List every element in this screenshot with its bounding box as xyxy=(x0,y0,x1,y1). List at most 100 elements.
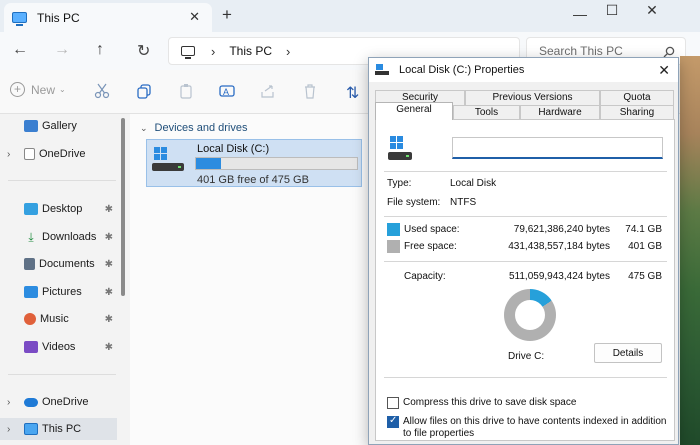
breadcrumb-this-pc[interactable]: This PC xyxy=(229,44,272,58)
new-tab-button[interactable]: + xyxy=(222,5,232,25)
new-button[interactable]: + New ⌄ xyxy=(10,82,66,97)
drive-tile-c[interactable]: Local Disk (C:) 401 GB free of 475 GB xyxy=(146,139,362,187)
details-button[interactable]: Details xyxy=(594,343,662,363)
tab-hardware[interactable]: Hardware xyxy=(520,105,600,120)
search-input[interactable] xyxy=(539,44,659,58)
rename-icon[interactable]: A xyxy=(219,83,235,99)
divider xyxy=(384,171,667,172)
cut-icon[interactable] xyxy=(94,83,110,99)
sidebar-item-desktop[interactable]: Desktop ✱ xyxy=(0,198,117,220)
videos-icon xyxy=(24,341,38,353)
sidebar-item-label: This PC xyxy=(42,423,82,435)
onedrive-file-icon xyxy=(24,148,35,160)
sidebar-item-this-pc[interactable]: › This PC xyxy=(0,418,117,440)
pin-icon: ✱ xyxy=(104,258,113,270)
pin-icon: ✱ xyxy=(104,231,113,243)
music-icon xyxy=(24,313,36,325)
share-icon[interactable] xyxy=(260,83,276,99)
svg-text:A: A xyxy=(223,87,229,97)
tab-general[interactable]: General xyxy=(375,102,453,120)
compress-option[interactable]: Compress this drive to save disk space xyxy=(387,397,667,409)
paste-icon[interactable] xyxy=(178,83,194,99)
plus-icon: + xyxy=(10,82,25,97)
divider xyxy=(384,216,667,217)
tab-title: This PC xyxy=(37,10,80,25)
pin-icon: ✱ xyxy=(104,313,113,325)
sidebar-item-music[interactable]: Music ✱ xyxy=(0,308,117,330)
tab-sharing[interactable]: Sharing xyxy=(600,105,674,120)
new-button-label: New xyxy=(31,82,56,97)
maximize-button[interactable]: ☐ xyxy=(592,2,632,18)
sidebar-item-label: Downloads xyxy=(42,231,97,243)
index-checkbox[interactable] xyxy=(387,415,399,428)
drive-usage-fill xyxy=(196,158,222,169)
pictures-icon xyxy=(24,286,38,298)
pin-icon: ✱ xyxy=(104,341,113,353)
this-pc-icon xyxy=(24,423,38,435)
tab-previous-versions[interactable]: Previous Versions xyxy=(465,90,600,105)
sidebar-item-videos[interactable]: Videos ✱ xyxy=(0,336,117,358)
chevron-down-icon: ⌄ xyxy=(59,85,66,94)
sidebar-item-label: Gallery xyxy=(42,120,77,132)
forward-button[interactable]: → xyxy=(54,41,70,59)
devices-and-drives-header[interactable]: ⌄ Devices and drives xyxy=(140,122,247,134)
sidebar-divider xyxy=(8,374,116,375)
divider xyxy=(384,261,667,262)
sidebar-item-onedrive-personal[interactable]: › OneDrive xyxy=(0,143,117,165)
sidebar-divider xyxy=(8,180,116,181)
drive-name: Local Disk (C:) xyxy=(197,143,270,155)
sidebar-item-onedrive[interactable]: › OneDrive xyxy=(0,391,117,413)
drive-free-text: 401 GB free of 475 GB xyxy=(197,174,309,186)
sort-icon[interactable]: ⇅ xyxy=(346,83,359,103)
this-pc-icon xyxy=(12,12,27,26)
capacity-bytes: 511,059,943,424 bytes xyxy=(508,271,610,282)
monitor-icon xyxy=(181,46,195,59)
pin-icon: ✱ xyxy=(104,286,113,298)
sidebar-scrollbar[interactable] xyxy=(121,118,125,296)
sidebar-item-label: OneDrive xyxy=(39,148,86,160)
tab-close-icon[interactable]: ✕ xyxy=(189,9,200,25)
drive-caption: Drive C: xyxy=(508,351,545,362)
file-system-label: File system: xyxy=(387,197,441,208)
title-bar: This PC ✕ + — ☐ ✕ xyxy=(0,0,700,32)
dialog-title-bar: Local Disk (C:) Properties ✕ xyxy=(369,58,678,82)
type-value: Local Disk xyxy=(450,178,497,189)
sidebar-item-label: Music xyxy=(40,313,69,325)
properties-dialog: Local Disk (C:) Properties ✕ Security Pr… xyxy=(368,57,679,445)
delete-icon[interactable] xyxy=(302,83,318,99)
tab-tools[interactable]: Tools xyxy=(453,105,520,120)
compress-label: Compress this drive to save disk space xyxy=(403,397,577,408)
sidebar-item-label: Pictures xyxy=(42,286,82,298)
dialog-close-button[interactable]: ✕ xyxy=(658,62,670,79)
chevron-right-icon[interactable]: › xyxy=(7,149,10,160)
close-window-button[interactable]: ✕ xyxy=(632,2,672,18)
tab-this-pc[interactable]: This PC ✕ xyxy=(4,3,212,32)
sidebar-item-label: Videos xyxy=(42,341,76,353)
compress-checkbox[interactable] xyxy=(387,397,399,409)
local-disk-icon xyxy=(388,136,424,164)
sidebar-item-downloads[interactable]: ⤓ Downloads ✱ xyxy=(0,226,117,248)
index-option[interactable]: Allow files on this drive to have conten… xyxy=(387,415,667,440)
free-space-label: Free space: xyxy=(404,241,457,252)
documents-icon xyxy=(24,258,35,270)
refresh-button[interactable]: ↻ xyxy=(137,41,150,61)
sidebar-item-pictures[interactable]: Pictures ✱ xyxy=(0,281,117,303)
pin-icon: ✱ xyxy=(104,203,113,215)
drive-label-input[interactable] xyxy=(452,137,663,159)
up-button[interactable]: ↑ xyxy=(96,41,104,59)
breadcrumb-chevron-icon[interactable]: › xyxy=(286,44,290,59)
group-label: Devices and drives xyxy=(154,122,248,134)
capacity-gb: 475 GB xyxy=(628,271,662,282)
general-tab-panel: Type: Local Disk File system: NTFS Used … xyxy=(375,119,675,441)
onedrive-cloud-icon xyxy=(24,397,38,407)
copy-icon[interactable] xyxy=(136,83,152,99)
tab-quota[interactable]: Quota xyxy=(600,90,674,105)
chevron-right-icon[interactable]: › xyxy=(7,424,10,435)
back-button[interactable]: ← xyxy=(12,41,28,59)
divider xyxy=(384,377,667,378)
file-system-value: NTFS xyxy=(450,197,477,208)
gallery-icon xyxy=(24,120,38,132)
sidebar-item-documents[interactable]: Documents ✱ xyxy=(0,253,117,275)
sidebar-item-gallery[interactable]: Gallery xyxy=(0,115,117,137)
chevron-right-icon[interactable]: › xyxy=(7,397,10,408)
